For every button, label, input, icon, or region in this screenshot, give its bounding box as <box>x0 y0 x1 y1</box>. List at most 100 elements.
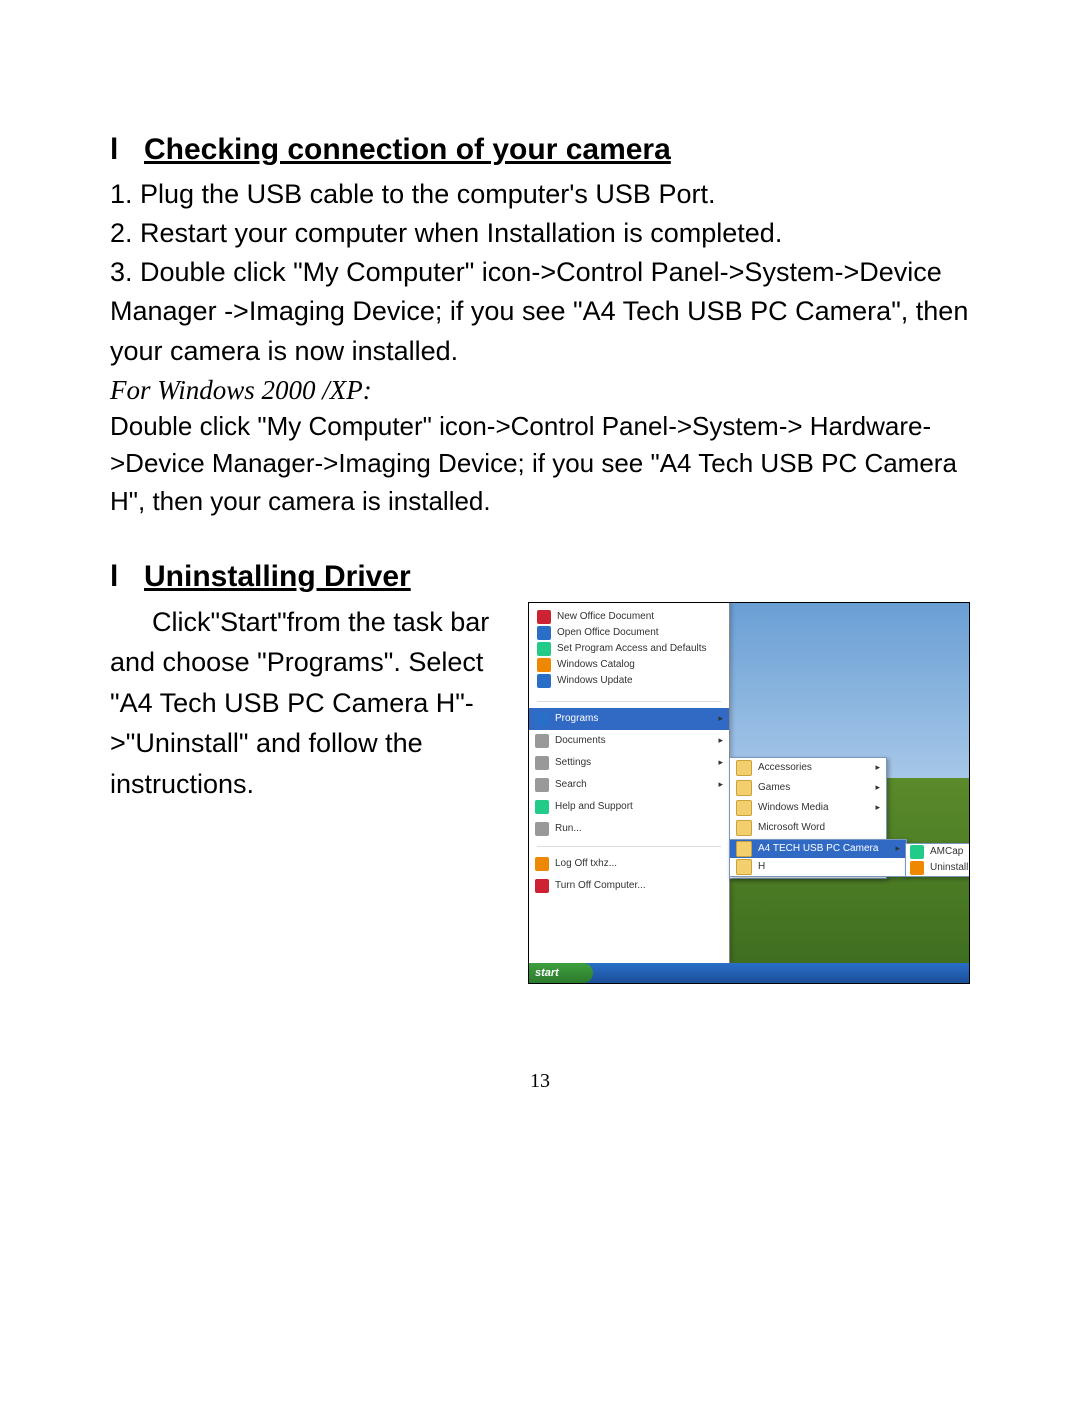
app-icon <box>535 879 549 893</box>
menu-item[interactable]: Windows Media ▸ <box>730 798 886 818</box>
folder-icon <box>736 820 752 836</box>
folder-icon <box>736 859 752 875</box>
uninstall-submenu: AMCap Uninstall <box>905 843 970 877</box>
start-button-label: start <box>535 967 559 979</box>
start-menu: New Office Document Open Office Document S… <box>529 603 730 963</box>
app-icon <box>535 734 549 748</box>
menu-item-label: Open Office Document <box>557 627 659 638</box>
folder-icon <box>736 780 752 796</box>
section1-subhead: For Windows 2000 /XP: <box>110 375 970 406</box>
start-menu-middle: Programs ▸ Documents ▸ Settings ▸ Search ▸ Help … <box>529 706 729 842</box>
menu-item[interactable]: Games ▸ <box>730 778 886 798</box>
section2-title: Uninstalling Driver <box>144 560 411 593</box>
submenu-arrow-icon: ▸ <box>718 757 723 768</box>
menu-item-label: Accessories <box>758 762 812 773</box>
menu-separator <box>537 701 721 702</box>
taskbar <box>529 963 969 983</box>
section1-heading: lChecking connection of your camera <box>110 130 970 169</box>
submenu-arrow-icon: ▸ <box>875 802 880 813</box>
submenu-arrow-icon: ▸ <box>718 735 723 746</box>
menu-item-label: Games <box>758 782 790 793</box>
menu-item[interactable]: Log Off txhz... <box>529 853 729 875</box>
start-button[interactable]: start <box>529 963 593 983</box>
menu-item[interactable]: Windows Update <box>533 673 725 689</box>
section1-line3: 3. Double click "My Computer" icon->Cont… <box>110 253 970 370</box>
menu-item-label: Set Program Access and Defaults <box>557 643 707 654</box>
section2: lUninstalling Driver Click"Start"from th… <box>110 557 970 984</box>
menu-item-label: Documents <box>555 735 606 746</box>
menu-item[interactable]: Documents ▸ <box>529 730 729 752</box>
app-icon <box>535 712 549 726</box>
section2-text-span: Click"Start"from the task bar and choose… <box>110 602 512 805</box>
menu-item-label: H <box>758 861 765 872</box>
section1-xpnote: Double click "My Computer" icon->Control… <box>110 408 970 521</box>
menu-item[interactable]: Run... <box>529 818 729 840</box>
app-icon <box>535 756 549 770</box>
menu-item-label: Windows Media <box>758 802 829 813</box>
manual-page: lChecking connection of your camera 1. P… <box>0 0 1080 1424</box>
menu-item[interactable]: Uninstall <box>906 860 970 876</box>
menu-item[interactable]: H <box>730 858 906 876</box>
app-icon <box>910 861 924 875</box>
menu-item-label: Log Off txhz... <box>555 858 617 869</box>
camera-submenu: A4 TECH USB PC Camera ▸ H <box>729 839 907 877</box>
start-menu-screenshot: New Office Document Open Office Document S… <box>528 602 970 984</box>
menu-item[interactable]: Microsoft Word <box>730 818 886 838</box>
menu-item-label: A4 TECH USB PC Camera <box>758 843 878 854</box>
menu-item[interactable]: Help and Support <box>529 796 729 818</box>
menu-item-label: New Office Document <box>557 611 654 622</box>
app-icon <box>910 845 924 859</box>
submenu-arrow-icon: ▸ <box>875 782 880 793</box>
menu-item-label: Windows Update <box>557 675 633 686</box>
menu-item[interactable]: New Office Document <box>533 609 725 625</box>
submenu-arrow-icon: ▸ <box>718 713 723 724</box>
menu-item[interactable]: A4 TECH USB PC Camera ▸ <box>730 840 906 858</box>
app-icon <box>535 857 549 871</box>
bullet-glyph: l <box>110 130 144 169</box>
submenu-arrow-icon: ▸ <box>895 843 900 854</box>
app-icon <box>535 778 549 792</box>
menu-item-label: Search <box>555 779 587 790</box>
menu-item-label: Programs <box>555 713 598 724</box>
menu-item-label: Uninstall <box>930 862 968 873</box>
menu-item[interactable]: Programs ▸ <box>529 708 729 730</box>
section2-heading: lUninstalling Driver <box>110 557 970 596</box>
section1-title: Checking connection of your camera <box>144 133 671 166</box>
app-icon <box>537 610 551 624</box>
menu-item[interactable]: Set Program Access and Defaults <box>533 641 725 657</box>
folder-icon <box>736 760 752 776</box>
menu-item[interactable]: Settings ▸ <box>529 752 729 774</box>
app-icon <box>537 642 551 656</box>
menu-item-label: Turn Off Computer... <box>555 880 646 891</box>
menu-item[interactable]: AMCap <box>906 844 970 860</box>
app-icon <box>537 626 551 640</box>
section2-text: Click"Start"from the task bar and choose… <box>110 602 512 805</box>
menu-item-label: Help and Support <box>555 801 633 812</box>
folder-icon <box>736 800 752 816</box>
uninstall-row: Click"Start"from the task bar and choose… <box>110 602 970 984</box>
folder-icon <box>736 841 752 857</box>
page-number: 13 <box>0 1070 1080 1093</box>
menu-item-label: Microsoft Word <box>758 822 825 833</box>
app-icon <box>537 658 551 672</box>
menu-item[interactable]: Turn Off Computer... <box>529 875 729 897</box>
menu-item-label: Settings <box>555 757 591 768</box>
menu-separator <box>537 846 721 847</box>
start-menu-top: New Office Document Open Office Document S… <box>529 603 729 697</box>
app-icon <box>535 800 549 814</box>
app-icon <box>535 822 549 836</box>
menu-item[interactable]: Open Office Document <box>533 625 725 641</box>
bullet-glyph: l <box>110 557 144 596</box>
menu-item[interactable]: Accessories ▸ <box>730 758 886 778</box>
submenu-arrow-icon: ▸ <box>718 779 723 790</box>
app-icon <box>537 674 551 688</box>
section1-line2: 2. Restart your computer when Installati… <box>110 214 970 253</box>
submenu-arrow-icon: ▸ <box>875 762 880 773</box>
menu-item[interactable]: Search ▸ <box>529 774 729 796</box>
section1-line1: 1. Plug the USB cable to the computer's … <box>110 175 970 214</box>
start-menu-bottom: Log Off txhz... Turn Off Computer... <box>529 851 729 899</box>
menu-item-label: Run... <box>555 823 582 834</box>
menu-item-label: Windows Catalog <box>557 659 635 670</box>
menu-item-label: AMCap <box>930 846 963 857</box>
menu-item[interactable]: Windows Catalog <box>533 657 725 673</box>
